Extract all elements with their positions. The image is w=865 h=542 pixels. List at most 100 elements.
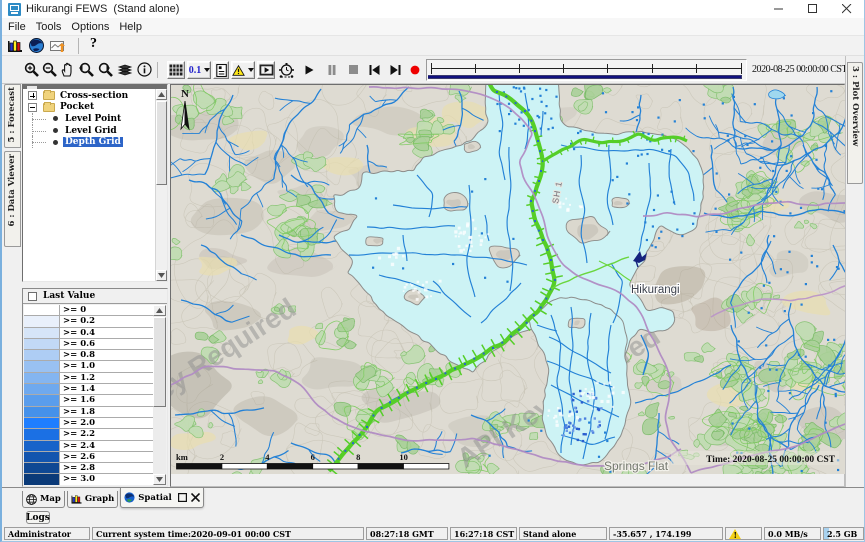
bottom-zone: Map Graph Spatial Logs: [2, 487, 864, 526]
maximize-button[interactable]: [796, 0, 830, 18]
tab-forecast[interactable]: 5 : Forecast: [4, 84, 21, 148]
record-button[interactable]: [410, 65, 420, 75]
legend-row[interactable]: >= 0.2: [24, 316, 153, 327]
legend-row[interactable]: >= 1.2: [24, 373, 153, 384]
bottom-tab-label: Graph: [85, 494, 114, 504]
menu-file[interactable]: File: [4, 18, 30, 36]
legend-row[interactable]: >= 1.8: [24, 407, 153, 418]
scroll-up-button[interactable]: [156, 89, 167, 100]
legend-row[interactable]: >= 0.6: [24, 339, 153, 350]
legend-swatch: [24, 418, 60, 428]
last-value-row: Last Value: [23, 289, 167, 304]
legend-row[interactable]: >= 3.0: [24, 474, 153, 485]
grid-display-button[interactable]: [167, 61, 185, 79]
legend-swatch: [24, 395, 60, 405]
scroll-down-button[interactable]: [156, 270, 167, 281]
tree-toggle[interactable]: [28, 91, 37, 100]
last-value-checkbox[interactable]: [28, 292, 37, 301]
pause-button[interactable]: [328, 65, 336, 75]
legend-row[interactable]: >= 1.6: [24, 395, 153, 406]
legend-swatch: [24, 452, 60, 462]
interval-dropdown[interactable]: 0.1: [187, 61, 211, 79]
tree-connector: [23, 113, 53, 125]
status-text: -35.657 , 174.199: [613, 529, 691, 539]
legend-row[interactable]: >= 0: [24, 305, 153, 316]
minimize-button[interactable]: [762, 0, 796, 18]
tree-item-level-grid[interactable]: Level Grid: [23, 125, 155, 137]
zoom-previous-icon[interactable]: [78, 62, 95, 78]
legend-row[interactable]: >= 2.4: [24, 441, 153, 452]
menu-tools[interactable]: Tools: [32, 18, 66, 36]
legend-row[interactable]: >= 0.8: [24, 350, 153, 361]
legend-scrollbar[interactable]: [153, 305, 166, 485]
bottom-tab-map[interactable]: Map: [22, 491, 65, 508]
animation-button[interactable]: [257, 61, 275, 79]
legend-row[interactable]: >= 2.8: [24, 463, 153, 474]
tree-item-level-point[interactable]: Level Point: [23, 113, 155, 125]
info-icon[interactable]: [137, 62, 152, 77]
legend-row[interactable]: >= 0.4: [24, 328, 153, 339]
close-tab-icon[interactable]: [191, 493, 200, 502]
main-toolbar: ?: [2, 36, 864, 56]
tree-toggle[interactable]: [28, 103, 37, 112]
step-back-button[interactable]: [369, 65, 380, 75]
map-toolbar: 0.1: [2, 56, 864, 84]
legend-label: >= 0.2: [60, 316, 95, 326]
tree-label[interactable]: Depth Grid: [63, 137, 123, 147]
map-label-town: Hikurangi: [631, 284, 680, 296]
pan-icon[interactable]: [60, 62, 75, 77]
tree-label[interactable]: Level Grid: [63, 126, 119, 136]
status-bar: AdministratorCurrent system time:2020-09…: [2, 526, 864, 541]
tab-plot-overview[interactable]: 3 : Plot Overview: [847, 62, 863, 184]
bottom-tab-label: Spatial: [138, 493, 171, 503]
legend-row[interactable]: >= 2.2: [24, 429, 153, 440]
status-text: Administrator: [8, 529, 71, 539]
menu-options[interactable]: Options: [67, 18, 113, 36]
title-bar: Hikurangi FEWS (Stand alone): [2, 0, 864, 18]
legend-row[interactable]: >= 2.0: [24, 418, 153, 429]
warning-dropdown[interactable]: [231, 61, 255, 79]
zoom-next-icon[interactable]: [97, 62, 114, 78]
folder-icon: [43, 103, 55, 112]
status-text: 08:27:18 GMT: [370, 529, 434, 539]
logs-button[interactable]: Logs: [26, 511, 50, 524]
legend-row[interactable]: >= 1.0: [24, 361, 153, 372]
map-canvas[interactable]: API Key RequiredAPI Key Required SH 1 Hi…: [171, 85, 849, 474]
scroll-up-button[interactable]: [153, 305, 166, 316]
zoom-in-icon[interactable]: [24, 62, 40, 78]
globe-icon[interactable]: [29, 38, 44, 53]
layers-icon[interactable]: [117, 63, 133, 77]
timeline-progress: [428, 75, 742, 79]
tree-item-pocket[interactable]: Pocket: [23, 102, 155, 114]
legend-row[interactable]: >= 1.4: [24, 384, 153, 395]
restore-tab-icon[interactable]: [178, 493, 187, 502]
bottom-tab-spatial[interactable]: Spatial: [120, 488, 203, 508]
tab-data-viewer[interactable]: 6 : Data Viewer: [4, 151, 21, 247]
zoom-out-icon[interactable]: [42, 62, 58, 78]
legend-button[interactable]: [213, 61, 229, 79]
database-icon[interactable]: [7, 38, 24, 53]
spatial-display-icon[interactable]: [50, 38, 68, 54]
scroll-down-button[interactable]: [153, 474, 166, 485]
status-text: 0.0 MB/s: [768, 529, 808, 539]
scale-tick: 10: [399, 452, 408, 462]
scroll-thumb[interactable]: [156, 101, 167, 185]
tree-item-depth-grid[interactable]: Depth Grid: [23, 136, 155, 148]
tree-label[interactable]: Level Point: [63, 114, 123, 124]
timeline-slider[interactable]: [426, 59, 747, 81]
help-icon[interactable]: ?: [90, 36, 97, 52]
close-button[interactable]: [830, 0, 864, 18]
legend-row[interactable]: >= 2.6: [24, 452, 153, 463]
bottom-tab-graph[interactable]: Graph: [67, 491, 118, 508]
tree-scrollbar[interactable]: [155, 89, 167, 281]
step-forward-button[interactable]: [390, 65, 401, 75]
tree-label[interactable]: Cross-section: [58, 91, 130, 101]
menu-help[interactable]: Help: [115, 18, 146, 36]
play-button[interactable]: [305, 65, 314, 75]
stopwatch-icon[interactable]: [278, 61, 295, 79]
tree-item-cross-section[interactable]: Cross-section: [23, 90, 155, 102]
scroll-thumb[interactable]: [153, 317, 166, 407]
stop-button[interactable]: [349, 65, 358, 74]
legend-label: >= 3.0: [60, 474, 95, 484]
tree-label[interactable]: Pocket: [58, 102, 96, 112]
